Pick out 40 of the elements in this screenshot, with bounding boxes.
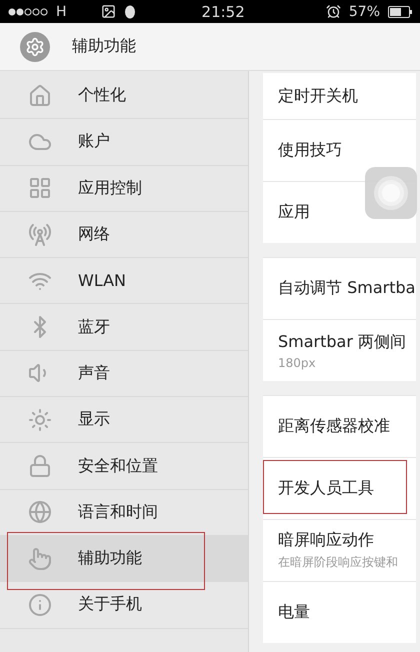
row-title: 定时开关机 — [278, 86, 359, 106]
row-subtitle: 180px — [278, 356, 317, 370]
sidebar-item[interactable]: 安全和位置 — [0, 443, 248, 490]
globe-icon — [28, 500, 52, 524]
header-title: 辅助功能 — [72, 36, 136, 57]
row-title: 电量 — [278, 602, 311, 623]
row-title: 应用 — [278, 202, 311, 223]
sidebar-item[interactable]: 关于手机 — [0, 582, 248, 629]
settings-icon — [20, 32, 50, 62]
sidebar-item[interactable]: 辅助功能 — [0, 536, 248, 582]
battery-icon — [388, 6, 412, 18]
row-subtitle: 在暗屏阶段响应按键和 — [278, 554, 399, 571]
clock-time: 21:52 — [202, 2, 246, 20]
antenna-icon — [28, 222, 52, 247]
row-title: 距离传感器校准 — [278, 416, 391, 437]
sidebar-item[interactable]: 个性化 — [0, 73, 248, 120]
info-icon — [28, 592, 52, 617]
sidebar-item[interactable]: WLAN — [0, 258, 248, 304]
grid-icon — [28, 176, 52, 200]
sidebar-item[interactable]: 蓝牙 — [0, 304, 248, 351]
row-title: 暗屏响应动作 — [278, 530, 375, 551]
battery-percent: 57% — [348, 4, 380, 20]
signal-icon — [8, 8, 48, 16]
row-title: 自动调节 Smartba — [278, 278, 416, 299]
row-title: 开发人员工具 — [278, 478, 375, 499]
row-title: Smartbar 两侧间 — [278, 332, 408, 352]
hand-icon — [28, 546, 52, 571]
sun-icon — [28, 408, 52, 432]
network-type: H — [56, 4, 67, 20]
alarm-icon — [326, 4, 341, 19]
assistive-touch-menu[interactable] — [365, 167, 417, 219]
sidebar-item[interactable]: 声音 — [0, 350, 248, 398]
sidebar-item[interactable]: 账户 — [0, 119, 248, 166]
sidebar-item[interactable]: 网络 — [0, 212, 248, 258]
image-icon — [100, 4, 116, 19]
row-title: 使用技巧 — [278, 140, 343, 161]
sidebar-item[interactable]: 应用控制 — [0, 166, 248, 212]
sidebar-item[interactable]: 显示 — [0, 397, 248, 444]
lock-icon — [28, 454, 52, 478]
house-icon — [28, 84, 52, 108]
